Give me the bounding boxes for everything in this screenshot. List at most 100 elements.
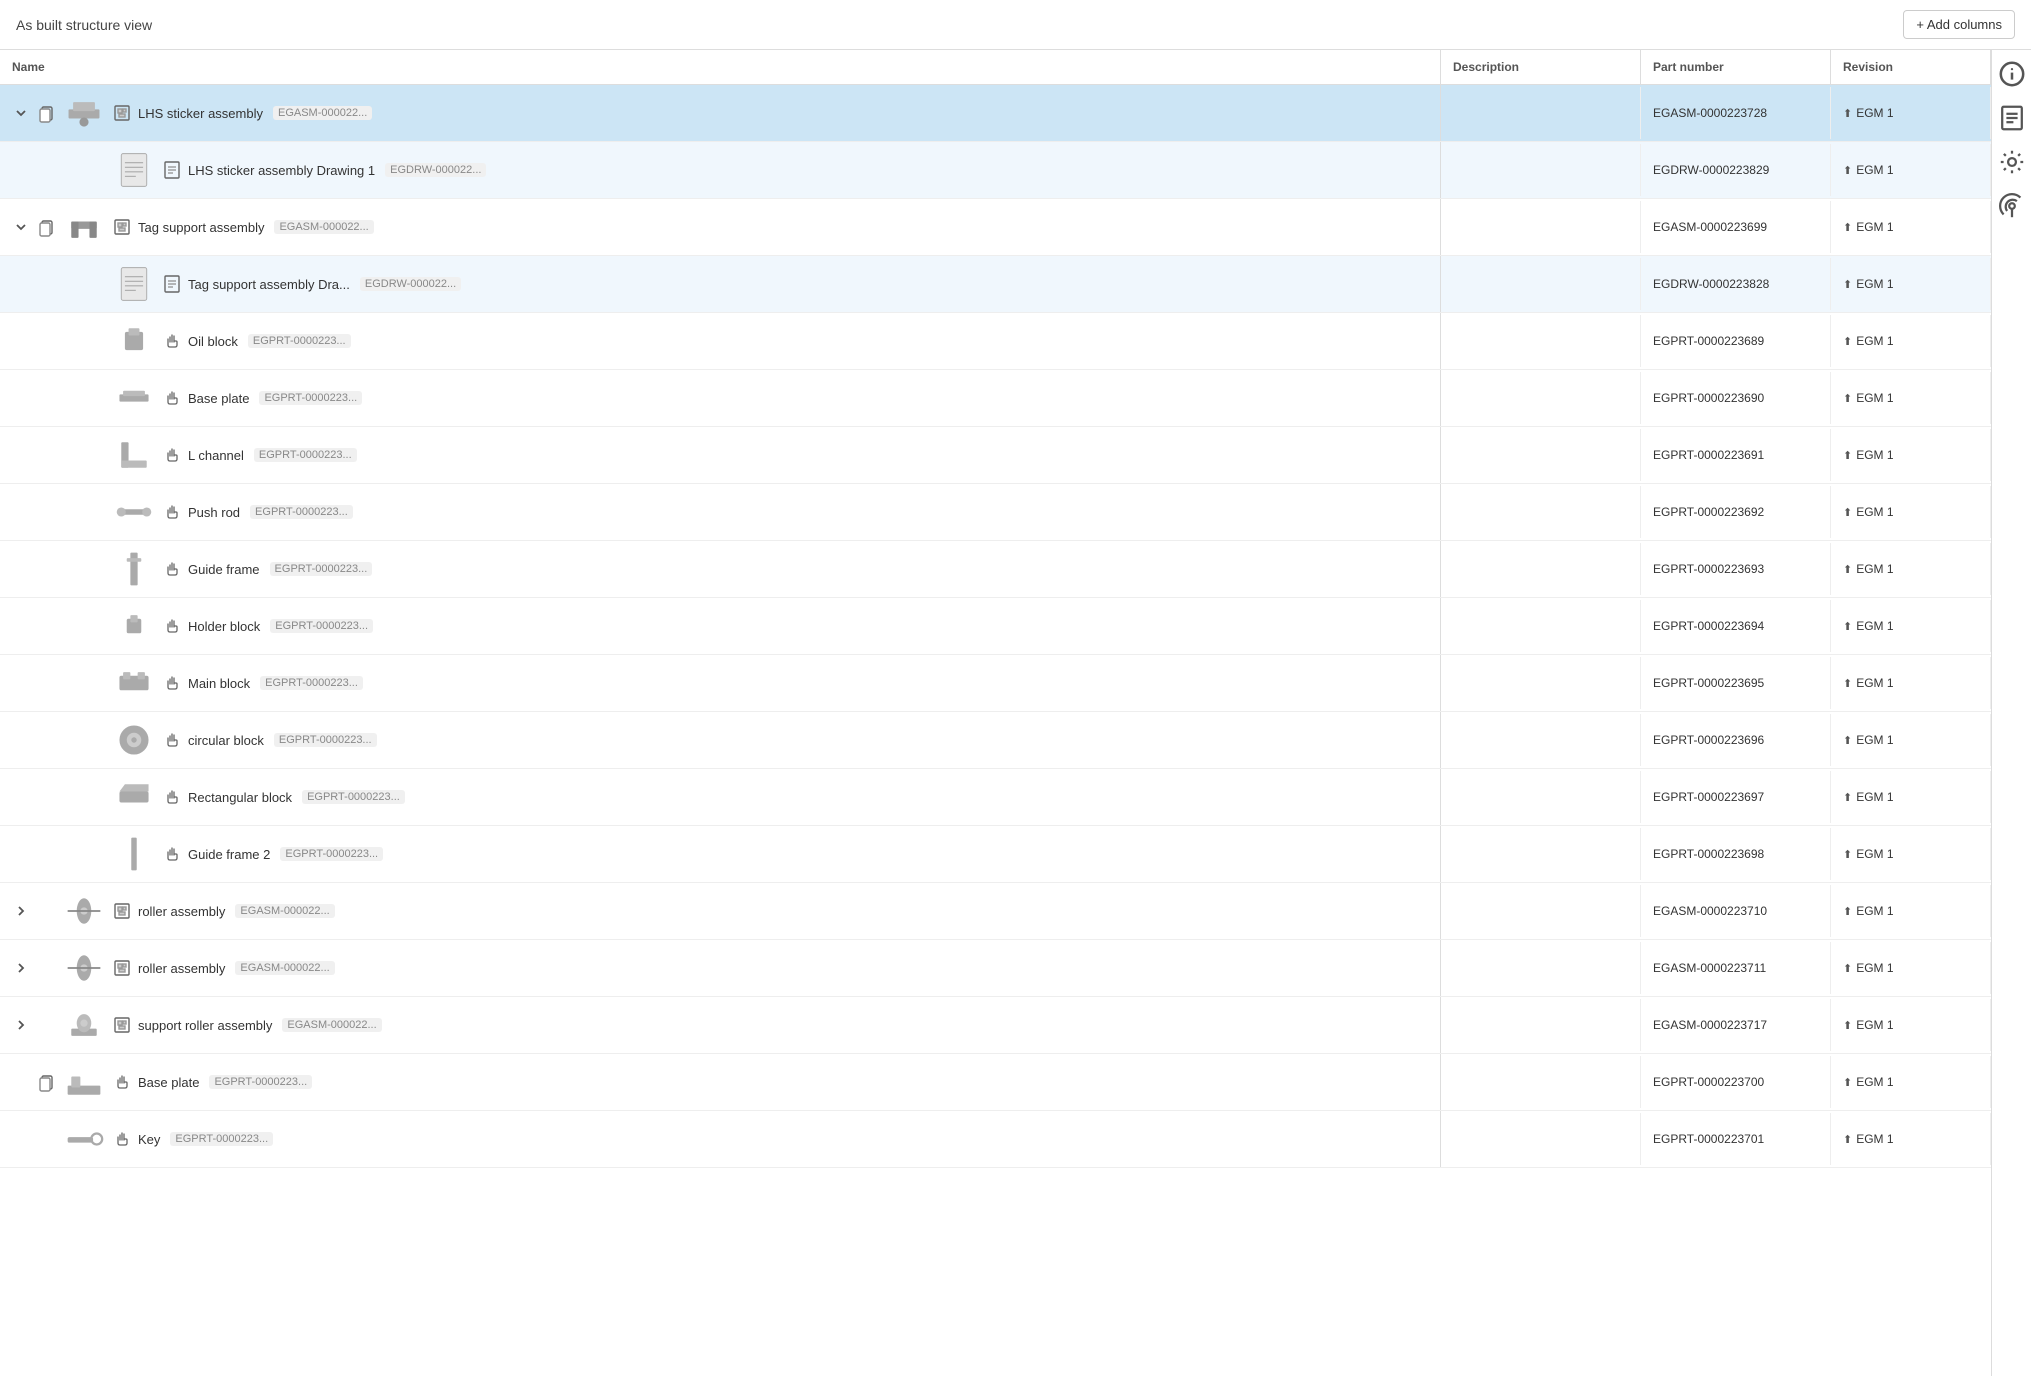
revision-text: EGM 1 xyxy=(1856,391,1893,405)
revision-text: EGM 1 xyxy=(1856,562,1893,576)
item-name-text: roller assembly xyxy=(138,961,225,976)
part-type-icon xyxy=(162,616,182,636)
item-name-text: Guide frame 2 xyxy=(188,847,270,862)
table-row[interactable]: Guide frame 2EGPRT-0000223...EGPRT-00002… xyxy=(0,826,1991,883)
table-row[interactable]: circular blockEGPRT-0000223...EGPRT-0000… xyxy=(0,712,1991,769)
name-cell: Push rodEGPRT-0000223... xyxy=(0,484,1441,540)
revision-arrow-icon: ⬆ xyxy=(1843,506,1852,519)
description-cell xyxy=(1441,258,1641,310)
revision-text: EGM 1 xyxy=(1856,448,1893,462)
part-number-value: EGASM-0000223717 xyxy=(1653,1018,1767,1032)
part-type-icon xyxy=(162,445,182,465)
item-name-text: Holder block xyxy=(188,619,260,634)
collapse-icon[interactable] xyxy=(12,104,30,122)
name-cell: Oil blockEGPRT-0000223... xyxy=(0,313,1441,369)
description-cell xyxy=(1441,372,1641,424)
name-cell: Tag support assemblyEGASM-000022... xyxy=(0,199,1441,255)
table-row[interactable]: roller assemblyEGASM-000022... EGASM-0000… xyxy=(0,940,1991,997)
name-cell: Base plateEGPRT-0000223... xyxy=(0,1054,1441,1110)
expand-icon[interactable] xyxy=(12,959,30,977)
part-number-value: EGASM-0000223710 xyxy=(1653,904,1767,918)
item-name-text: Base plate xyxy=(188,391,249,406)
revision-cell: ⬆EGM 1 xyxy=(1831,1113,1991,1165)
table-row[interactable]: Tag support assembly Dra...EGDRW-000022.… xyxy=(0,256,1991,313)
revision-cell: ⬆EGM 1 xyxy=(1831,600,1991,652)
item-thumbnail xyxy=(112,604,156,648)
gear-icon[interactable] xyxy=(1998,148,2026,176)
revision-arrow-icon: ⬆ xyxy=(1843,1133,1852,1146)
assembly-type-icon xyxy=(112,217,132,237)
part-number-cell: EGDRW-0000223829 xyxy=(1641,144,1831,196)
table-row[interactable]: KeyEGPRT-0000223...EGPRT-0000223701⬆EGM … xyxy=(0,1111,1991,1168)
part-number-cell: EGPRT-0000223695 xyxy=(1641,657,1831,709)
table-row[interactable]: Holder blockEGPRT-0000223...EGPRT-000022… xyxy=(0,598,1991,655)
table-row[interactable]: support roller assemblyEGASM-000022... EG… xyxy=(0,997,1991,1054)
revision-value: ⬆EGM 1 xyxy=(1843,904,1894,918)
item-thumbnail xyxy=(112,661,156,705)
table-row[interactable]: Base plateEGPRT-0000223...EGPRT-00002237… xyxy=(0,1054,1991,1111)
revision-cell: ⬆EGM 1 xyxy=(1831,714,1991,766)
revision-arrow-icon: ⬆ xyxy=(1843,107,1852,120)
expand-icon[interactable] xyxy=(12,1016,30,1034)
table-row[interactable]: Push rodEGPRT-0000223... EGPRT-0000223692… xyxy=(0,484,1991,541)
revision-text: EGM 1 xyxy=(1856,220,1893,234)
revision-text: EGM 1 xyxy=(1856,1075,1893,1089)
table-row[interactable]: Guide frameEGPRT-0000223...EGPRT-0000223… xyxy=(0,541,1991,598)
copy-icon[interactable] xyxy=(36,103,56,123)
part-number-cell: EGASM-0000223699 xyxy=(1641,201,1831,253)
name-cell: roller assemblyEGASM-000022... xyxy=(0,883,1441,939)
part-number-value: EGPRT-0000223698 xyxy=(1653,847,1764,861)
copy-icon[interactable] xyxy=(36,217,56,237)
part-number-value: EGASM-0000223699 xyxy=(1653,220,1767,234)
item-name-text: Tag support assembly xyxy=(138,220,264,235)
assembly-type-icon xyxy=(112,1015,132,1035)
description-cell xyxy=(1441,543,1641,595)
part-type-icon xyxy=(162,787,182,807)
revision-cell: ⬆EGM 1 xyxy=(1831,258,1991,310)
revision-arrow-icon: ⬆ xyxy=(1843,791,1852,804)
item-tag: EGPRT-0000223... xyxy=(302,790,405,804)
table-row[interactable]: Base plateEGPRT-0000223...EGPRT-00002236… xyxy=(0,370,1991,427)
part-number-value: EGDRW-0000223829 xyxy=(1653,163,1769,177)
revision-value: ⬆EGM 1 xyxy=(1843,220,1894,234)
part-number-value: EGPRT-0000223693 xyxy=(1653,562,1764,576)
part-number-cell: EGPRT-0000223692 xyxy=(1641,486,1831,538)
table-row[interactable]: LHS sticker assembly Drawing 1EGDRW-0000… xyxy=(0,142,1991,199)
item-thumbnail xyxy=(62,91,106,135)
assembly-type-icon xyxy=(112,103,132,123)
part-type-icon xyxy=(162,673,182,693)
part-number-cell: EGASM-0000223711 xyxy=(1641,942,1831,994)
table-row[interactable]: Oil blockEGPRT-0000223...EGPRT-000022368… xyxy=(0,313,1991,370)
revision-cell: ⬆EGM 1 xyxy=(1831,771,1991,823)
item-name-text: circular block xyxy=(188,733,264,748)
table-row[interactable]: Tag support assemblyEGASM-000022... EGASM… xyxy=(0,199,1991,256)
antenna-icon[interactable] xyxy=(1998,192,2026,220)
expand-icon[interactable] xyxy=(12,902,30,920)
name-cell: roller assemblyEGASM-000022... xyxy=(0,940,1441,996)
table-row[interactable]: Main blockEGPRT-0000223...EGPRT-00002236… xyxy=(0,655,1991,712)
table-row[interactable]: Rectangular blockEGPRT-0000223...EGPRT-0… xyxy=(0,769,1991,826)
document-list-icon[interactable] xyxy=(1998,104,2026,132)
part-number-cell: EGASM-0000223717 xyxy=(1641,999,1831,1051)
description-cell xyxy=(1441,600,1641,652)
copy-icon[interactable] xyxy=(36,1072,56,1092)
info-icon[interactable] xyxy=(1998,60,2026,88)
table-row[interactable]: L channelEGPRT-0000223...EGPRT-000022369… xyxy=(0,427,1991,484)
part-type-icon xyxy=(112,1072,132,1092)
part-number-value: EGPRT-0000223695 xyxy=(1653,676,1764,690)
table-row[interactable]: roller assemblyEGASM-000022... EGASM-0000… xyxy=(0,883,1991,940)
part-number-cell: EGPRT-0000223696 xyxy=(1641,714,1831,766)
revision-cell: ⬆EGM 1 xyxy=(1831,201,1991,253)
table-row[interactable]: LHS sticker assemblyEGASM-000022...EGASM… xyxy=(0,85,1991,142)
revision-text: EGM 1 xyxy=(1856,106,1893,120)
item-tag: EGPRT-0000223... xyxy=(254,448,357,462)
revision-arrow-icon: ⬆ xyxy=(1843,905,1852,918)
name-cell: support roller assemblyEGASM-000022... xyxy=(0,997,1441,1053)
item-thumbnail xyxy=(112,262,156,306)
add-columns-button[interactable]: + Add columns xyxy=(1903,10,2015,39)
part-type-icon xyxy=(112,1129,132,1149)
part-type-icon xyxy=(162,388,182,408)
revision-text: EGM 1 xyxy=(1856,961,1893,975)
collapse-icon[interactable] xyxy=(12,218,30,236)
revision-text: EGM 1 xyxy=(1856,733,1893,747)
